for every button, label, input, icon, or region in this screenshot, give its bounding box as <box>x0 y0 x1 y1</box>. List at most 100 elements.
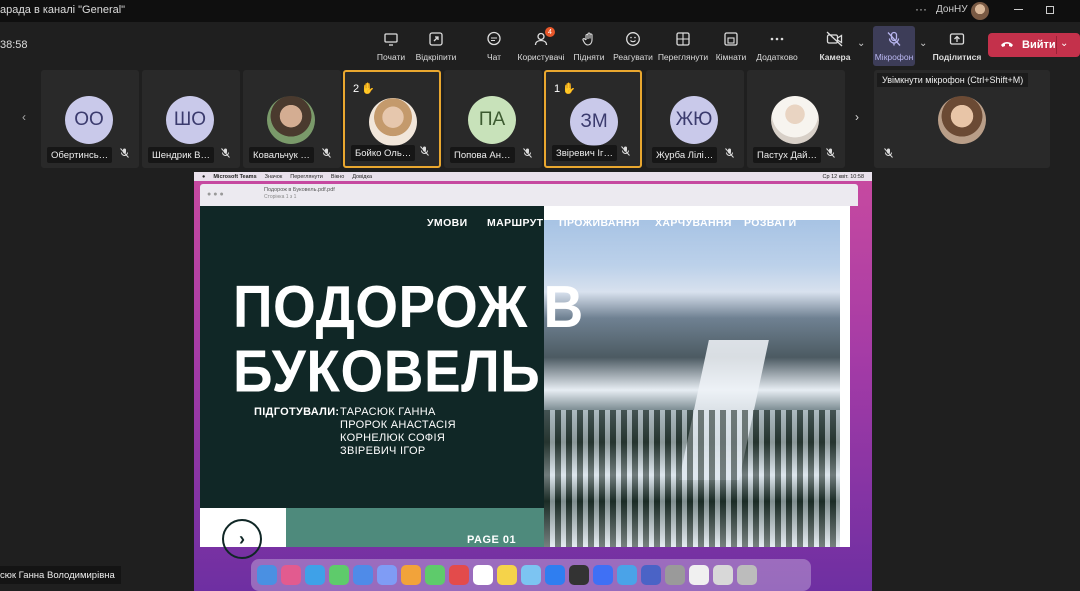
mac-menu-app: Microsoft Teams <box>213 173 257 180</box>
maximize-button[interactable] <box>1046 6 1054 14</box>
dock-app-icon <box>401 565 421 585</box>
slide-title: ПОДОРОЖ В БУКОВЕЛЬ <box>233 274 584 404</box>
mac-menu-item: Довідка <box>352 173 373 180</box>
participant-tile[interactable]: ПА Попова Ан… <box>444 70 542 168</box>
dock-app-icon <box>737 565 757 585</box>
leave-button[interactable]: Вийти ⌄ <box>988 33 1080 57</box>
mic-muted-icon <box>120 148 129 160</box>
mic-tooltip: Увімкнути мікрофон (Ctrl+Shift+M) <box>877 73 1029 87</box>
dock-app-icon <box>641 565 661 585</box>
slide-page-number: PAGE 01 <box>467 534 517 546</box>
share-button[interactable]: Поділитися <box>932 30 982 64</box>
react-label: Реагувати <box>613 52 653 62</box>
author-list: ТАРАСЮК ГАННА ПРОРОК АНАСТАСІЯ КОРНЕЛЮК … <box>340 406 456 458</box>
mac-menu-bar: ● Microsoft Teams Значок Переглянути Вік… <box>194 172 872 181</box>
participant-name: Пастух Дай… <box>753 147 821 163</box>
slide-nav-accommodation: ПРОЖИВАННЯ <box>559 217 640 229</box>
mic-button[interactable]: Мікрофон <box>872 30 916 64</box>
dock-app-icon <box>569 565 589 585</box>
more-options-icon[interactable]: ··· <box>915 2 927 16</box>
mac-menu-item: Вікно <box>330 173 345 180</box>
title-bar: арада в каналі "General" ··· ДонНУ <box>0 0 1080 22</box>
author-name: ТАРАСЮК ГАННА <box>340 406 436 418</box>
mic-muted-icon <box>221 148 230 160</box>
rooms-label: Кімнати <box>715 52 747 62</box>
mic-muted-icon <box>322 148 331 160</box>
participant-tile[interactable]: Ковальчук … <box>243 70 341 168</box>
self-photo-avatar <box>938 96 986 144</box>
participant-initials-avatar: ОО <box>65 96 113 144</box>
raised-hand-icon: ✋ <box>562 83 576 95</box>
participant-name: Шендрик В… <box>148 147 215 163</box>
raised-hand-icon: ✋ <box>361 83 375 95</box>
mic-muted-icon <box>420 146 429 158</box>
camera-off-icon <box>826 30 844 48</box>
bukovel-mountain-photo <box>544 220 840 547</box>
dock-app-icon <box>305 565 325 585</box>
view-button[interactable]: Переглянути <box>657 30 709 64</box>
leave-label: Вийти <box>1022 39 1056 51</box>
rooms-button[interactable]: Кімнати <box>713 30 749 64</box>
participant-tile[interactable]: ШО Шендрик В… <box>142 70 240 168</box>
next-arrow-icon: › <box>222 519 262 559</box>
pdf-page-info: Сторінка 1 з 1 <box>264 194 297 200</box>
participant-tile[interactable]: ЖЮ Журба Лілі… <box>646 70 744 168</box>
dock-app-icon <box>689 565 709 585</box>
record-label: Почати <box>376 52 406 62</box>
scroll-right-chevron-icon[interactable]: › <box>855 110 859 124</box>
leave-divider <box>1056 36 1057 54</box>
participant-tile[interactable]: ОО Обертинсь… <box>41 70 139 168</box>
minimize-button[interactable] <box>1014 9 1023 10</box>
apple-icon: ● <box>202 173 206 180</box>
participant-tile[interactable]: Пастух Дай… <box>747 70 845 168</box>
chat-button[interactable]: Чат <box>478 30 510 64</box>
presentation-slide: УМОВИ МАРШРУТ ПРОЖИВАННЯ ХАРЧУВАННЯ РОЗВ… <box>200 206 850 559</box>
dock-app-icon <box>425 565 445 585</box>
dock-app-icon <box>281 565 301 585</box>
participant-name: Бойко Оль… <box>351 145 416 161</box>
participant-name: Попова Ан… <box>450 147 515 163</box>
more-actions-button[interactable]: Додатково <box>753 30 801 64</box>
teams-meeting-window: арада в каналі "General" ··· ДонНУ 38:58… <box>0 0 1080 591</box>
shared-screen: ● Microsoft Teams Значок Переглянути Вік… <box>194 172 872 591</box>
more-label: Додатково <box>756 52 798 62</box>
share-label: Поділитися <box>932 52 982 62</box>
mac-menu-item: Значок <box>264 173 283 180</box>
presenter-name-label: сюк Ганна Володимирівна <box>0 566 121 584</box>
people-button[interactable]: 4 Користувачі <box>516 27 566 64</box>
record-icon <box>382 30 400 48</box>
more-icon <box>768 30 786 48</box>
window-controls-icon: ●●● <box>207 191 226 198</box>
participant-tile-hand-raised[interactable]: 2 ✋ Бойко Оль… <box>343 70 441 168</box>
camera-button[interactable]: Камера <box>816 30 854 64</box>
people-label: Користувачі <box>517 52 565 62</box>
dock-app-icon <box>473 565 493 585</box>
raise-hand-button[interactable]: Підняти <box>571 30 607 64</box>
participant-name: Журба Лілі… <box>652 147 718 163</box>
participant-tile-hand-raised[interactable]: 1 ✋ ЗМ Звіревич Іг… <box>544 70 642 168</box>
leave-options-chevron-icon[interactable]: ⌄ <box>1060 38 1068 49</box>
people-count-badge: 4 <box>545 27 555 37</box>
mic-off-icon <box>885 30 903 48</box>
user-avatar[interactable] <box>971 2 989 20</box>
window-title: арада в каналі "General" <box>0 4 126 16</box>
unpin-button[interactable]: Відкріпити <box>413 30 459 64</box>
slide-nav-route: МАРШРУТ <box>487 217 544 229</box>
slide-nav-entertainment: РОЗВАГИ <box>744 217 797 229</box>
pdf-title: Подорож в Буковель.pdf.pdf <box>264 187 335 193</box>
participant-initials-avatar: ЖЮ <box>670 96 718 144</box>
unpin-icon <box>427 30 445 48</box>
mic-label: Мікрофон <box>874 52 914 62</box>
slide-title-line-1: ПОДОРОЖ В <box>233 272 584 340</box>
camera-options-chevron-icon[interactable]: ⌄ <box>857 38 865 49</box>
react-button[interactable]: Реагувати <box>613 30 653 64</box>
pdf-viewer-toolbar: ●●● Подорож в Буковель.pdf.pdf Сторінка … <box>200 184 858 206</box>
rooms-icon <box>722 30 740 48</box>
dock-app-icon <box>713 565 733 585</box>
dock-app-icon <box>521 565 541 585</box>
hand-raise-order: 2 <box>353 82 360 95</box>
scroll-left-chevron-icon[interactable]: ‹ <box>22 110 26 124</box>
mic-options-chevron-icon[interactable]: ⌄ <box>919 38 927 49</box>
share-icon <box>948 30 966 48</box>
record-button[interactable]: Почати <box>372 30 410 64</box>
